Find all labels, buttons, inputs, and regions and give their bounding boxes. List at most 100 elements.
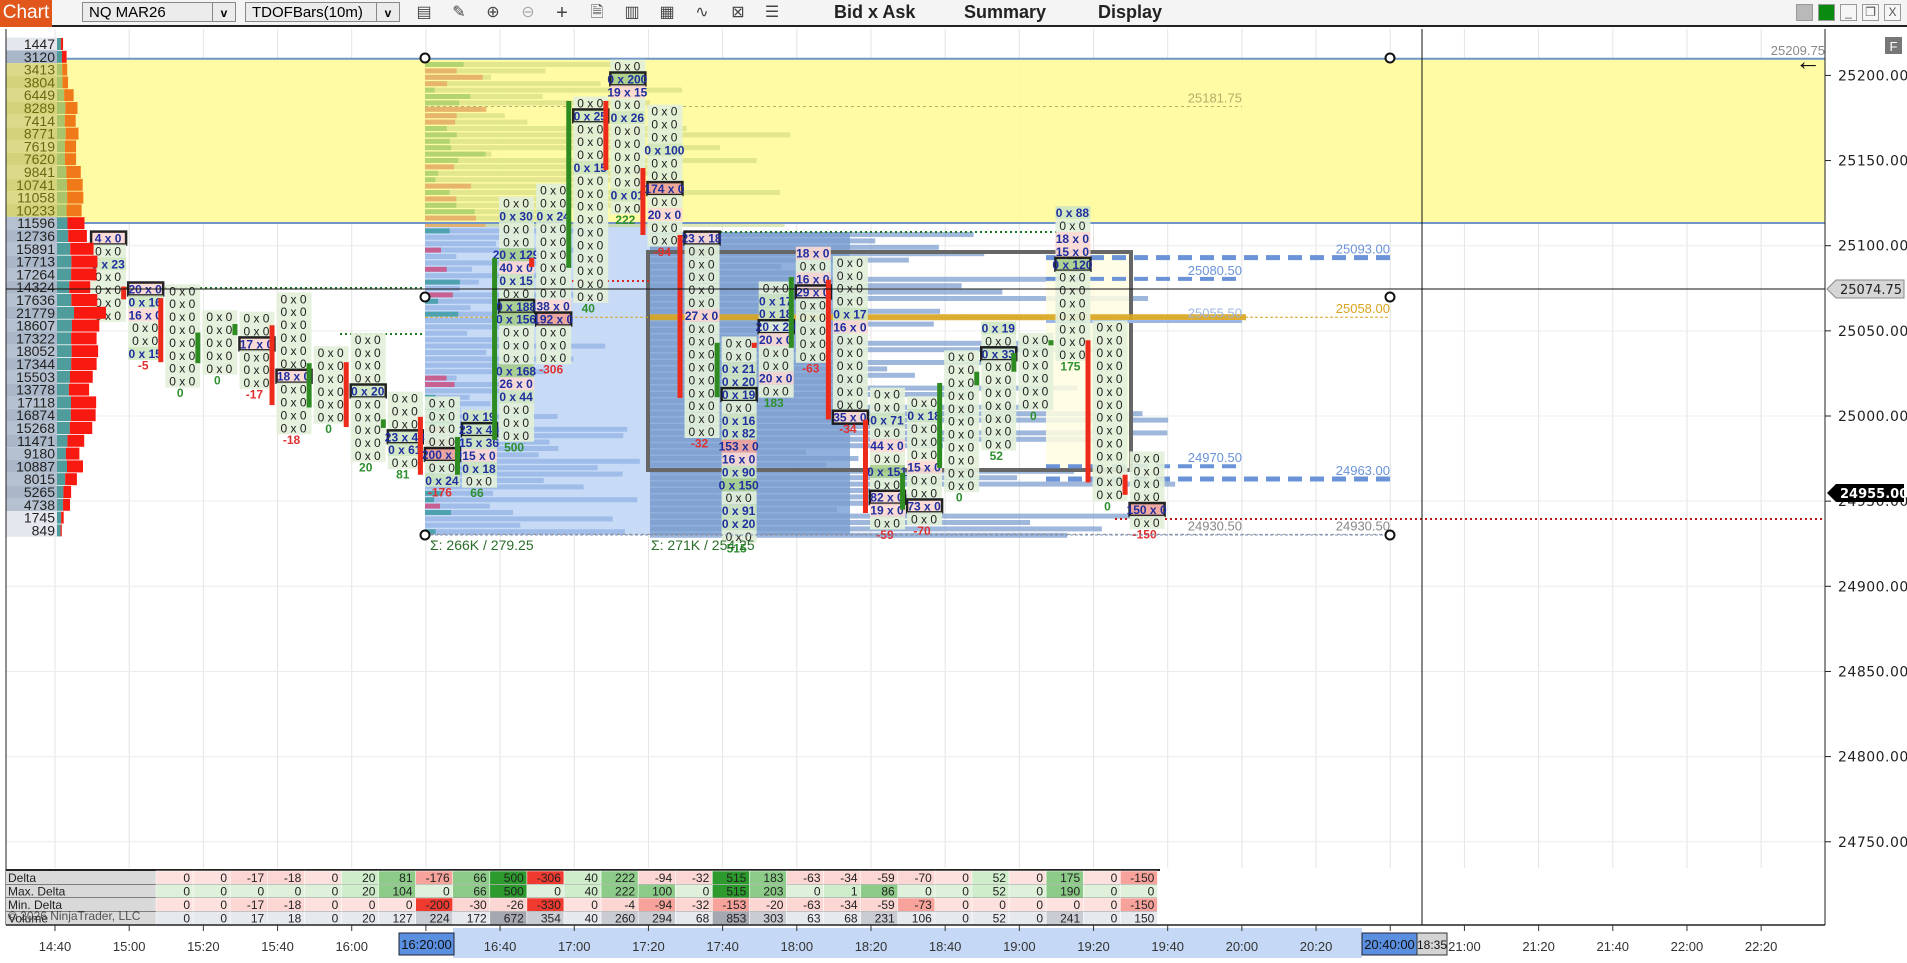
- footprint-cell-text: 0 x 0: [837, 346, 863, 360]
- profile-anchor-handle[interactable]: [1384, 291, 1396, 303]
- stats-value: 0: [962, 898, 969, 912]
- footprint-cell-text: 0 x 0: [281, 305, 307, 319]
- left-profile-volume-bar: [63, 486, 72, 498]
- footprint-cell-text: 0 x 0: [540, 325, 566, 339]
- footprint-cell-text: 0 x 20: [722, 517, 756, 531]
- stats-value: 52: [993, 871, 1007, 885]
- left-profile-volume-bar: [71, 255, 98, 268]
- footprint-cell-text: 0 x 0: [355, 346, 381, 360]
- footprint-cell-text: 0 x 0: [1059, 296, 1085, 310]
- left-profile-volume-bar: [69, 281, 91, 294]
- footprint-cell-text: 0 x 0: [763, 359, 789, 373]
- left-profile-base-bar: [57, 140, 65, 153]
- time-tick-label: 15:00: [113, 939, 146, 954]
- stats-value: 0: [183, 912, 190, 926]
- footprint-cell-text: 0 x 0: [985, 386, 1011, 400]
- stats-row-label: Max. Delta: [8, 885, 66, 899]
- stats-value: 0: [999, 898, 1006, 912]
- footprint-cell-text: 0 x 0: [763, 281, 789, 295]
- bar-delta-label: -94: [654, 245, 672, 259]
- footprint-cell-text: 150 x 0: [1127, 503, 1167, 517]
- left-profile-volume-bar: [61, 511, 64, 524]
- footprint-cell-text: 0 x 61: [388, 443, 422, 457]
- stats-value: 0: [332, 885, 339, 899]
- profile-anchor-handle[interactable]: [1384, 529, 1396, 541]
- candle-body-down: [751, 342, 757, 348]
- profile-1-delta-bar: [425, 177, 436, 183]
- left-profile-volume-bar: [63, 498, 71, 511]
- footprint-cell-text: 0 x 0: [169, 284, 195, 298]
- left-profile-volume-bar: [65, 447, 80, 460]
- order-flow-chart[interactable]: 25209.7525181.7525093.0025080.5025058.00…: [0, 0, 1907, 963]
- time-tick-label: 18:20: [855, 939, 888, 954]
- left-profile-volume-bar: [71, 358, 97, 370]
- bar-delta-label: -63: [802, 361, 820, 375]
- profile-1-delta-bar: [425, 202, 457, 208]
- footprint-cell-text: 0 x 0: [1134, 464, 1160, 478]
- time-tick-label: 19:40: [1151, 939, 1184, 954]
- footprint-cell-text: 0 x 0: [948, 376, 974, 390]
- bar-delta-label: -18: [283, 433, 301, 447]
- footprint-cell-text: 0 x 0: [689, 283, 715, 297]
- footprint-cell-text: 0 x 0: [614, 98, 640, 112]
- stats-value: -153: [722, 898, 746, 912]
- footprint-cell-text: 0 x 0: [169, 310, 195, 324]
- profile-1-delta-bar: [425, 190, 450, 195]
- footprint-cell-text: 0 x 0: [503, 351, 529, 365]
- footprint-cell-text: 0 x 188: [496, 300, 536, 314]
- current-price-label: 24955.00: [1840, 487, 1907, 502]
- cursor-time-label: 18:35: [1417, 938, 1447, 952]
- left-profile-base-bar: [57, 255, 72, 268]
- footprint-cell-text: 0 x 88: [1056, 206, 1090, 220]
- footprint-cell-text: 0 x 0: [1097, 424, 1123, 438]
- left-profile-volume-bar: [66, 460, 83, 473]
- footprint-cell-text: 0 x 0: [689, 361, 715, 375]
- stats-value: -73: [914, 898, 932, 912]
- bar-delta-label: -306: [539, 363, 563, 377]
- arrow-left-icon[interactable]: ←: [1795, 46, 1821, 76]
- stats-value: 853: [726, 912, 746, 926]
- footprint-cell-text: 0 x 168: [496, 364, 536, 378]
- profile-anchor-handle[interactable]: [419, 52, 431, 64]
- footprint-cell-text: 0 x 30: [499, 210, 533, 224]
- stats-value: -32: [692, 871, 710, 885]
- footprint-cell-text: 0 x 0: [726, 349, 752, 363]
- bar-delta-label: -34: [839, 422, 857, 436]
- footprint-cell-text: 192 x 0: [533, 313, 573, 327]
- footprint-cell-text: 16 x 0: [128, 308, 162, 322]
- footprint-cell-text: 0 x 21: [722, 362, 756, 376]
- profile-anchor-handle[interactable]: [1384, 52, 1396, 64]
- stats-value: 20: [362, 871, 376, 885]
- footprint-cell-text: 0 x 18: [462, 462, 496, 476]
- stats-value: -200: [426, 898, 450, 912]
- bar-delta-label: 52: [990, 449, 1004, 463]
- footprint-cell-text: 0 x 15: [574, 161, 608, 175]
- profile-1-bar: [425, 529, 625, 535]
- footprint-cell-text: 15 x 0: [907, 461, 941, 475]
- profile-anchor-handle[interactable]: [419, 529, 431, 541]
- profile-1-bar: [425, 337, 499, 343]
- footprint-cell-text: 0 x 0: [1097, 437, 1123, 451]
- profile-anchor-handle[interactable]: [419, 291, 431, 303]
- left-profile-volume-bar: [62, 76, 69, 89]
- footprint-cell-text: 0 x 0: [577, 122, 603, 136]
- price-tick-label: 25050.00: [1838, 324, 1907, 340]
- profile-1-bar: [425, 254, 457, 259]
- footprint-cell-text: 0 x 0: [132, 334, 158, 348]
- left-profile-volume-bar: [71, 345, 99, 358]
- stats-value: 100: [652, 885, 672, 899]
- footprint-cell-text: 0 x 0: [1097, 372, 1123, 386]
- stats-value: 294: [652, 912, 672, 926]
- profile-1-bar: [425, 305, 471, 311]
- footprint-cell-text: 0 x 0: [355, 333, 381, 347]
- profile-1-delta-bar: [425, 158, 459, 163]
- stats-value: -63: [803, 871, 821, 885]
- footprint-cell-text: 0 x 71: [870, 413, 904, 427]
- footprint-cell-text: 0 x 0: [577, 264, 603, 278]
- stats-value: 515: [726, 885, 746, 899]
- footprint-cell-text: 0 x 0: [948, 350, 974, 364]
- candle-body-up: [195, 332, 201, 364]
- time-tick-label: 17:20: [632, 939, 665, 954]
- footprint-cell-text: 0 x 0: [1059, 335, 1085, 349]
- footprint-cell-text: 0 x 0: [206, 349, 232, 363]
